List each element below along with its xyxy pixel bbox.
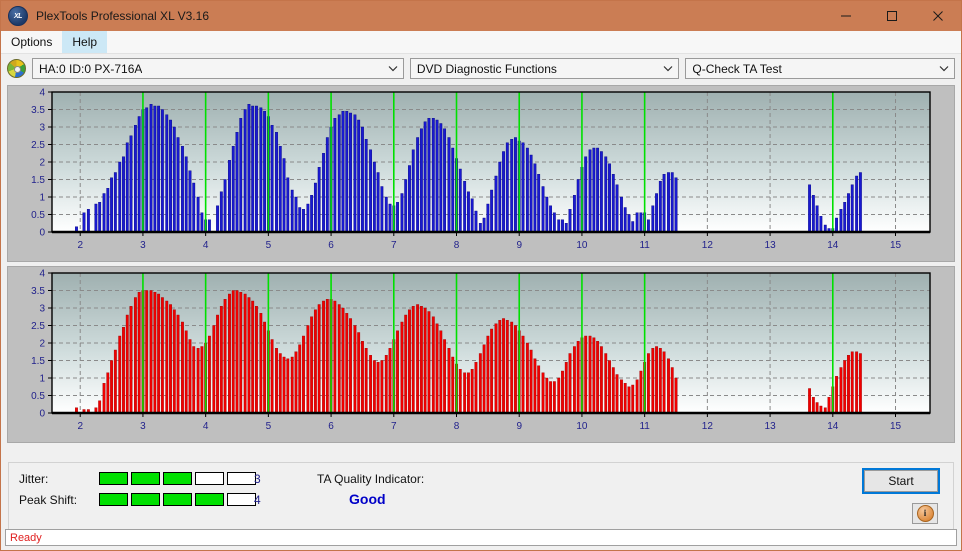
y-tick-label: 3 [39, 123, 45, 134]
meter-segment [163, 472, 192, 485]
meter-segment [227, 493, 256, 506]
title-bar: XL PlexTools Professional XL V3.16 [1, 1, 961, 31]
y-tick-label: 0.5 [31, 391, 45, 402]
x-tick-label: 9 [516, 421, 522, 432]
close-icon[interactable] [915, 1, 961, 31]
y-tick-label: 3 [39, 304, 45, 315]
info-button[interactable]: i [912, 503, 938, 524]
x-tick-label: 15 [890, 240, 902, 251]
y-tick-label: 4 [39, 88, 45, 99]
x-tick-label: 10 [576, 421, 588, 432]
menu-item-help[interactable]: Help [62, 31, 108, 53]
status-bar: Ready [5, 529, 957, 546]
meter-segment [99, 472, 128, 485]
meter-segment [227, 472, 256, 485]
selector-toolbar: HA:0 ID:0 PX-716A DVD Diagnostic Functio… [1, 54, 961, 83]
meter-segment [99, 493, 128, 506]
app-icon: XL [8, 6, 28, 26]
function-select-value: DVD Diagnostic Functions [416, 61, 557, 76]
drive-select[interactable]: HA:0 ID:0 PX-716A [32, 58, 404, 79]
window-controls [823, 1, 961, 31]
y-tick-label: 0.5 [31, 210, 45, 221]
x-tick-label: 6 [328, 421, 334, 432]
peak-shift-label: Peak Shift: [19, 493, 78, 507]
meter-segment [195, 493, 224, 506]
x-tick-label: 14 [827, 240, 839, 251]
chevron-down-icon [663, 59, 673, 78]
y-tick-label: 1.5 [31, 356, 45, 367]
y-tick-label: 4 [39, 269, 45, 280]
y-tick-label: 1.5 [31, 175, 45, 186]
x-tick-label: 15 [890, 421, 902, 432]
disc-icon [7, 59, 26, 78]
y-tick-label: 2.5 [31, 140, 45, 151]
jitter-meter [99, 472, 256, 485]
function-select[interactable]: DVD Diagnostic Functions [409, 58, 680, 79]
x-tick-label: 3 [140, 240, 146, 251]
meter-segment [163, 493, 192, 506]
x-tick-label: 14 [827, 421, 839, 432]
minimize-icon[interactable] [823, 1, 869, 31]
x-tick-label: 13 [765, 421, 777, 432]
ta-test-chart-bottom-panel: 0 0.5 1 1.5 2 2.5 3 3.5 4 2 3 4 5 6 7 8 9 10 11 12 13 14 15 [7, 266, 955, 443]
ta-test-chart-bottom-svg: 0 0.5 1 1.5 2 2.5 3 3.5 4 2 3 4 5 6 7 8 9 10 11 12 13 14 15 [8, 267, 954, 442]
drive-select-value: HA:0 ID:0 PX-716A [39, 61, 143, 76]
x-tick-label: 2 [77, 421, 83, 432]
maximize-icon[interactable] [869, 1, 915, 31]
y-tick-label: 1 [39, 193, 45, 204]
status-text: Ready [10, 531, 42, 544]
meter-segment [131, 493, 160, 506]
x-tick-label: 6 [328, 240, 334, 251]
y-tick-label: 3.5 [31, 286, 45, 297]
y-tick-label: 0 [39, 409, 45, 420]
x-tick-label: 9 [516, 240, 522, 251]
meter-segment [195, 472, 224, 485]
chevron-down-icon [388, 59, 398, 78]
y-tick-label: 2 [39, 339, 45, 350]
x-tick-label: 7 [391, 421, 397, 432]
ta-quality-value: Good [349, 491, 386, 507]
x-tick-label: 5 [266, 421, 272, 432]
x-tick-label: 8 [454, 240, 460, 251]
x-tick-label: 4 [203, 240, 209, 251]
y-tick-label: 2.5 [31, 321, 45, 332]
menu-bar: Options Help [1, 31, 961, 54]
results-panel: Jitter: 3 Peak Shift: 4 TA Quality Indic… [8, 462, 954, 530]
y-tick-label: 1 [39, 374, 45, 385]
ta-test-chart-top-svg: 0 0.5 1 1.5 2 2.5 3 3.5 4 2 3 4 5 6 7 8 9 10 11 12 13 14 15 [8, 86, 954, 261]
x-tick-label: 11 [639, 421, 650, 432]
y-tick-label: 0 [39, 228, 45, 239]
menu-item-options[interactable]: Options [1, 31, 62, 53]
x-tick-label: 3 [140, 421, 146, 432]
window-title: PlexTools Professional XL V3.16 [36, 9, 209, 23]
y-tick-label: 2 [39, 158, 45, 169]
ta-test-chart-top: 0 0.5 1 1.5 2 2.5 3 3.5 4 2 3 4 5 6 7 8 9 10 11 12 13 14 15 [8, 86, 954, 261]
x-tick-label: 10 [576, 240, 588, 251]
x-tick-label: 8 [454, 421, 460, 432]
test-select[interactable]: Q-Check TA Test [685, 58, 955, 79]
ta-test-chart-bottom: 0 0.5 1 1.5 2 2.5 3 3.5 4 2 3 4 5 6 7 8 9 10 11 12 13 14 15 [8, 267, 954, 442]
x-tick-label: 11 [639, 240, 650, 251]
peak-shift-meter [99, 493, 256, 506]
info-icon: i [916, 505, 934, 522]
jitter-value: 3 [254, 472, 261, 486]
x-tick-label: 2 [77, 240, 83, 251]
x-tick-label: 5 [266, 240, 272, 251]
plextools-window: XL PlexTools Professional XL V3.16 Optio… [0, 0, 962, 551]
x-tick-label: 12 [702, 240, 714, 251]
charts-area: 0 0.5 1 1.5 2 2.5 3 3.5 4 2 3 4 5 6 7 8 9 10 11 12 13 14 15 00… [1, 85, 961, 443]
x-tick-label: 7 [391, 240, 397, 251]
x-tick-label: 12 [702, 421, 714, 432]
chevron-down-icon [939, 59, 949, 78]
meter-segment [131, 472, 160, 485]
y-tick-label: 3.5 [31, 105, 45, 116]
start-button[interactable]: Start [862, 468, 940, 494]
peak-shift-value: 4 [254, 493, 261, 507]
x-tick-label: 4 [203, 421, 209, 432]
test-select-value: Q-Check TA Test [692, 61, 782, 76]
x-tick-label: 13 [765, 240, 777, 251]
jitter-label: Jitter: [19, 472, 49, 486]
ta-quality-label: TA Quality Indicator: [317, 472, 425, 486]
ta-test-chart-top-panel: 0 0.5 1 1.5 2 2.5 3 3.5 4 2 3 4 5 6 7 8 9 10 11 12 13 14 15 [7, 85, 955, 262]
